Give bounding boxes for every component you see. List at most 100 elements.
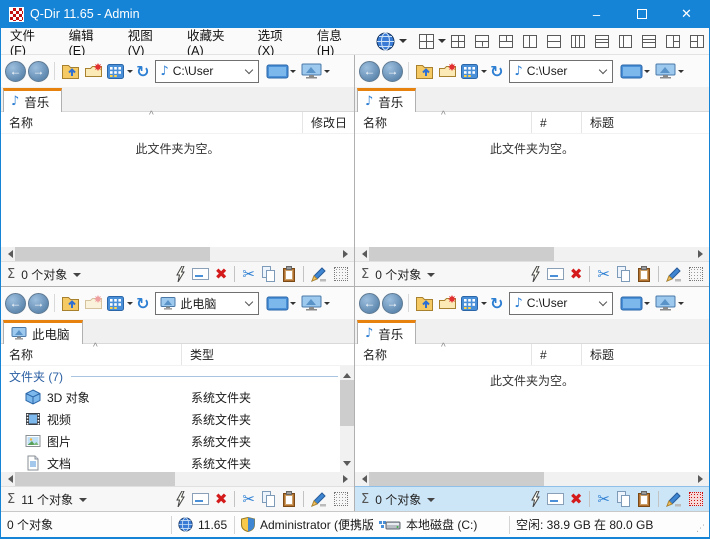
resize-grip[interactable]: ⋰ bbox=[696, 523, 706, 534]
menu-edit[interactable]: 编辑 (E) bbox=[60, 25, 119, 58]
view-mode-dropdown-icon[interactable] bbox=[127, 302, 133, 308]
rename-icon[interactable] bbox=[192, 493, 209, 505]
new-folder-button[interactable] bbox=[84, 63, 103, 79]
scroll-left-icon[interactable] bbox=[355, 472, 369, 486]
quick-action-icon[interactable] bbox=[530, 491, 541, 507]
layout-dropdown-icon[interactable] bbox=[438, 39, 446, 47]
monitor-view-button[interactable] bbox=[300, 63, 323, 80]
selection-marker-icon[interactable] bbox=[334, 267, 348, 281]
view-mode-dropdown-icon[interactable] bbox=[481, 70, 487, 76]
list-item[interactable]: 视频 系统文件夹 bbox=[1, 408, 340, 430]
refresh-button[interactable]: ↻ bbox=[136, 62, 149, 81]
refresh-button[interactable]: ↻ bbox=[490, 62, 503, 81]
object-count[interactable]: 0 个对象 bbox=[375, 266, 421, 283]
scroll-down-icon[interactable] bbox=[340, 458, 354, 472]
column-title[interactable]: 标题 bbox=[581, 344, 709, 365]
scroll-left-icon[interactable] bbox=[355, 247, 369, 261]
desktop-view-button[interactable] bbox=[266, 296, 289, 311]
column-modified[interactable]: 修改日 bbox=[302, 112, 354, 133]
scroll-right-icon[interactable] bbox=[695, 472, 709, 486]
view-mode-button[interactable] bbox=[107, 296, 124, 311]
column-number[interactable]: # bbox=[531, 344, 581, 365]
scrollbar-thumb[interactable] bbox=[15, 472, 175, 486]
scroll-right-icon[interactable] bbox=[340, 472, 354, 486]
monitor-view-button[interactable] bbox=[654, 63, 677, 80]
tab-music[interactable]: ♪ 音乐 bbox=[357, 88, 416, 112]
scrollbar-thumb[interactable] bbox=[15, 247, 210, 261]
folder-up-button[interactable] bbox=[415, 295, 434, 311]
list-item[interactable]: 3D 对象 系统文件夹 bbox=[1, 386, 340, 408]
object-count[interactable]: 0 个对象 bbox=[375, 491, 421, 508]
column-number[interactable]: # bbox=[531, 112, 581, 133]
view-mode-dropdown-icon[interactable] bbox=[127, 70, 133, 76]
desktop-view-button[interactable] bbox=[266, 64, 289, 79]
copy-icon[interactable] bbox=[261, 266, 276, 282]
view-mode-button[interactable] bbox=[107, 64, 124, 79]
paste-icon[interactable] bbox=[282, 491, 296, 507]
desktop-view-dropdown-icon[interactable] bbox=[644, 70, 650, 76]
address-bar[interactable]: ♪ C:\User bbox=[509, 60, 613, 83]
count-dropdown-icon[interactable] bbox=[427, 498, 435, 506]
monitor-view-dropdown-icon[interactable] bbox=[324, 70, 330, 76]
file-list[interactable]: 此文件夹为空。 bbox=[355, 366, 709, 472]
selection-marker-icon-active[interactable] bbox=[689, 492, 703, 506]
folder-up-button[interactable] bbox=[61, 63, 80, 79]
globe-dropdown-icon[interactable] bbox=[399, 39, 407, 47]
edit-pen-icon[interactable] bbox=[666, 491, 682, 507]
back-button[interactable]: ← bbox=[5, 293, 26, 314]
layout-2left-1right[interactable] bbox=[690, 35, 704, 48]
forward-button[interactable]: → bbox=[382, 293, 403, 314]
address-dropdown-icon[interactable] bbox=[599, 297, 607, 305]
layout-2top-1bottom[interactable] bbox=[499, 35, 513, 48]
tab-this-pc[interactable]: 此电脑 bbox=[3, 320, 83, 344]
minimize-button[interactable]: – bbox=[574, 0, 619, 28]
address-bar[interactable]: ♪ C:\User bbox=[509, 292, 613, 315]
monitor-view-button[interactable] bbox=[654, 295, 677, 312]
copy-icon[interactable] bbox=[616, 491, 631, 507]
desktop-view-button[interactable] bbox=[620, 296, 643, 311]
cut-icon[interactable]: ✂ bbox=[597, 265, 610, 283]
address-dropdown-icon[interactable] bbox=[245, 297, 253, 305]
forward-button[interactable]: → bbox=[382, 61, 403, 82]
refresh-button[interactable]: ↻ bbox=[136, 294, 149, 313]
monitor-view-dropdown-icon[interactable] bbox=[678, 70, 684, 76]
copy-icon[interactable] bbox=[616, 266, 631, 282]
rename-icon[interactable] bbox=[192, 268, 209, 280]
delete-icon[interactable]: ✖ bbox=[570, 490, 583, 508]
selection-marker-icon[interactable] bbox=[334, 492, 348, 506]
new-folder-button[interactable] bbox=[438, 63, 457, 79]
new-folder-button[interactable] bbox=[84, 295, 103, 311]
edit-pen-icon[interactable] bbox=[311, 266, 327, 282]
object-count[interactable]: 0 个对象 bbox=[21, 266, 67, 283]
address-bar[interactable]: ♪ C:\User bbox=[155, 60, 259, 83]
cut-icon[interactable]: ✂ bbox=[242, 490, 255, 508]
rename-icon[interactable] bbox=[547, 493, 564, 505]
count-dropdown-icon[interactable] bbox=[79, 498, 87, 506]
view-mode-dropdown-icon[interactable] bbox=[481, 302, 487, 308]
group-header[interactable]: 文件夹 (7) bbox=[1, 366, 340, 386]
layout-list-rows[interactable] bbox=[642, 35, 656, 48]
count-dropdown-icon[interactable] bbox=[73, 273, 81, 281]
layout-2-horizontal[interactable] bbox=[547, 35, 561, 48]
vertical-scrollbar[interactable] bbox=[340, 366, 354, 472]
scroll-up-icon[interactable] bbox=[340, 366, 354, 380]
scroll-left-icon[interactable] bbox=[1, 472, 15, 486]
back-button[interactable]: ← bbox=[359, 61, 380, 82]
edit-pen-icon[interactable] bbox=[311, 491, 327, 507]
horizontal-scrollbar[interactable] bbox=[355, 472, 709, 486]
scrollbar-thumb[interactable] bbox=[340, 380, 354, 426]
edit-pen-icon[interactable] bbox=[666, 266, 682, 282]
rename-icon[interactable] bbox=[547, 268, 564, 280]
layout-1top-2bottom[interactable] bbox=[475, 35, 489, 48]
forward-button[interactable]: → bbox=[28, 293, 49, 314]
layout-1left-2right[interactable] bbox=[666, 35, 680, 48]
column-name[interactable]: 名称 bbox=[1, 344, 181, 365]
menu-info[interactable]: 信息 (H) bbox=[308, 25, 368, 58]
horizontal-scrollbar[interactable] bbox=[1, 247, 354, 261]
scroll-left-icon[interactable] bbox=[1, 247, 15, 261]
folder-up-button[interactable] bbox=[415, 63, 434, 79]
scroll-right-icon[interactable] bbox=[340, 247, 354, 261]
menu-file[interactable]: 文件 (F) bbox=[1, 25, 60, 58]
tab-music[interactable]: ♪ 音乐 bbox=[3, 88, 62, 112]
new-folder-button[interactable] bbox=[438, 295, 457, 311]
